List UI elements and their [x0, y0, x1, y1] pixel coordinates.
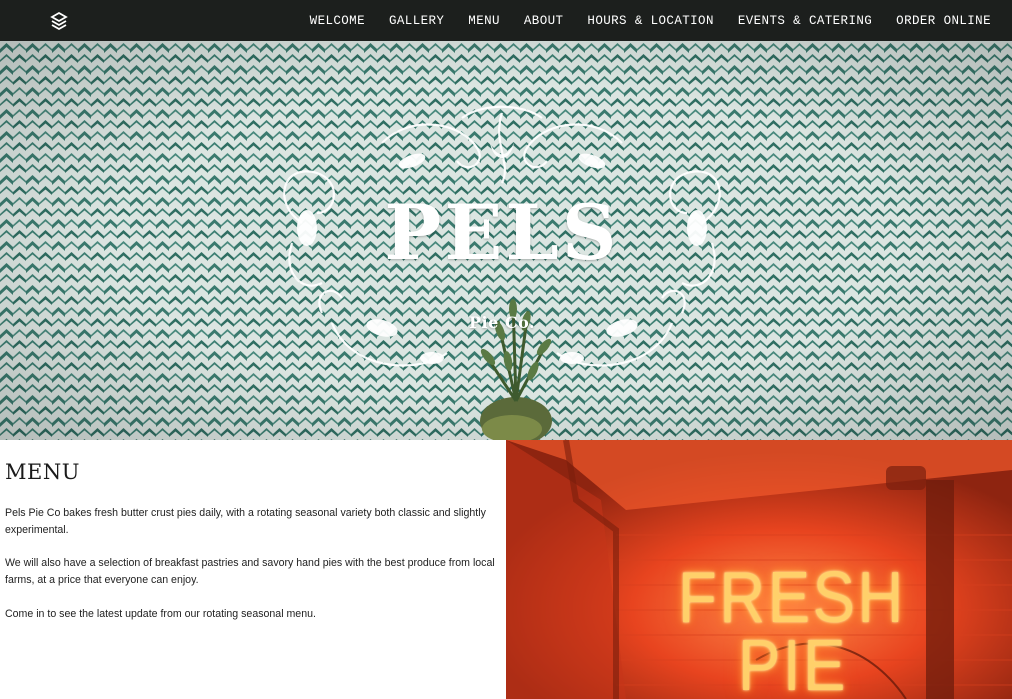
- nav-link-about[interactable]: ABOUT: [524, 14, 564, 28]
- fresh-pie-neon-sign-image: FRESH PIE: [506, 440, 1012, 699]
- nav-link-welcome[interactable]: WELCOME: [310, 14, 365, 28]
- menu-paragraph: Come in to see the latest update from ou…: [5, 608, 316, 620]
- stacked-layers-logo-icon[interactable]: [48, 11, 70, 33]
- nav-link-order-online[interactable]: ORDER ONLINE: [896, 14, 991, 28]
- nav-link-menu[interactable]: MENU: [468, 14, 500, 28]
- menu-section: MENU Pels Pie Co bakes fresh butter crus…: [0, 440, 506, 699]
- top-navigation-bar: WELCOME GALLERY MENU ABOUT HOURS & LOCAT…: [0, 0, 1012, 41]
- hero-banner: PELS Pie Co.: [0, 41, 1012, 440]
- nav-link-gallery[interactable]: GALLERY: [389, 14, 444, 28]
- hero-title: PELS: [384, 188, 620, 277]
- nav-links: WELCOME GALLERY MENU ABOUT HOURS & LOCAT…: [286, 0, 991, 41]
- hero-subtitle: Pie Co.: [468, 313, 536, 332]
- menu-paragraph: Pels Pie Co bakes fresh butter crust pie…: [5, 507, 486, 536]
- neon-text-fresh: FRESH: [678, 558, 906, 638]
- neon-text-pie: PIE: [738, 626, 849, 699]
- nav-link-events-catering[interactable]: EVENTS & CATERING: [738, 14, 872, 28]
- menu-paragraph: We will also have a selection of breakfa…: [5, 557, 495, 586]
- menu-heading: MENU: [5, 460, 80, 484]
- nav-link-hours-location[interactable]: HOURS & LOCATION: [587, 14, 713, 28]
